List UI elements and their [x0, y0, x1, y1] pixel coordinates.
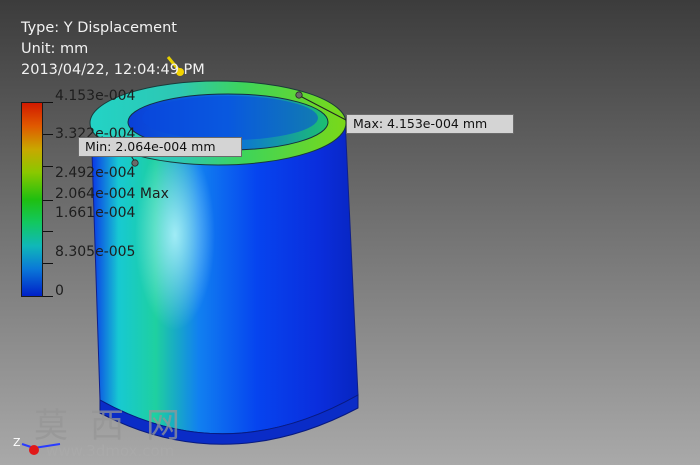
- scale-tick: [43, 200, 53, 201]
- axis-z-label: Z: [13, 436, 21, 449]
- result-unit: Unit: mm: [21, 41, 89, 57]
- scale-tick: [43, 263, 53, 264]
- scale-tick: [43, 166, 53, 167]
- scale-label: 8.305e-005: [55, 244, 136, 260]
- scale-tick: [43, 102, 53, 103]
- fea-viewport[interactable]: Type: Y Displacement Unit: mm 2013/04/22…: [0, 0, 700, 465]
- min-probe-label[interactable]: Min: 2.064e-004 mm: [78, 137, 242, 157]
- scale-tick: [43, 231, 53, 232]
- scale-tick: [43, 134, 53, 135]
- color-scale-bar: [21, 102, 43, 297]
- axis-triad-icon[interactable]: Z: [12, 432, 72, 462]
- max-probe-label[interactable]: Max: 4.153e-004 mm: [346, 114, 514, 134]
- scale-label: 0: [55, 283, 64, 299]
- scale-label: 1.661e-004: [55, 205, 136, 221]
- scale-label: 2.492e-004: [55, 165, 136, 181]
- scale-label: 2.064e-004 Max: [55, 186, 169, 202]
- result-type: Type: Y Displacement: [21, 20, 177, 36]
- scale-tick: [43, 296, 53, 297]
- result-date: 2013/04/22, 12:04:49 PM: [21, 62, 205, 78]
- scale-label: 4.153e-004: [55, 88, 136, 104]
- result-info: Type: Y Displacement Unit: mm 2013/04/22…: [21, 18, 205, 81]
